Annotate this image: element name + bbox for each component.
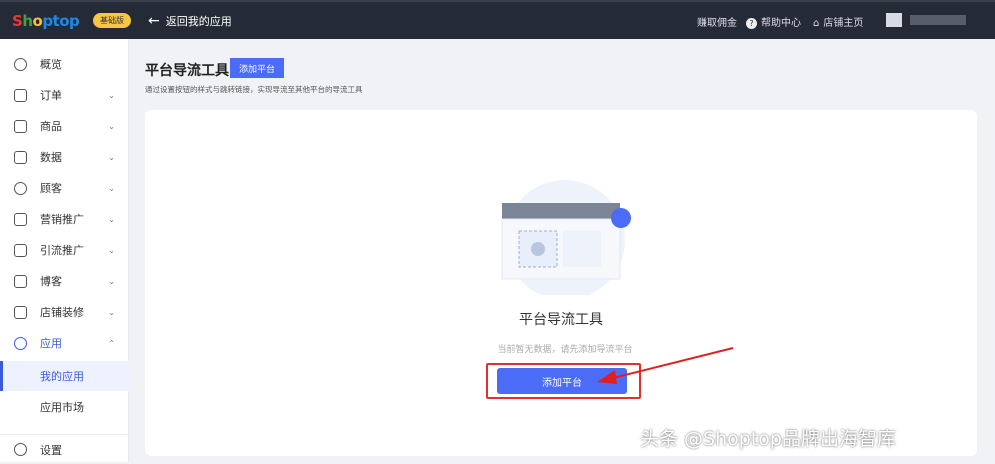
sidebar-item-settings[interactable]: 设置 — [0, 434, 129, 464]
sidebar-item-overview[interactable]: 概览 — [0, 49, 129, 79]
marketing-icon — [14, 212, 27, 226]
back-link[interactable]: ← 返回我的应用 — [148, 13, 232, 29]
add-platform-button[interactable]: 添加平台 — [230, 58, 284, 78]
help-center-link[interactable]: ? 帮助中心 — [746, 14, 801, 29]
arrow-left-icon: ← — [148, 13, 160, 29]
gear-icon — [14, 443, 27, 456]
home-icon: ⌂ — [813, 18, 820, 29]
sidebar-item-traffic[interactable]: 引流推广 ⌄ — [0, 235, 129, 265]
page-title: 平台导流工具 — [145, 63, 229, 79]
label: 店铺装修 — [40, 306, 84, 319]
design-icon — [14, 305, 27, 319]
sidebar-item-marketing[interactable]: 营销推广 ⌄ — [0, 204, 129, 234]
user-icon — [14, 181, 27, 195]
sidebar-item-products[interactable]: 商品 ⌄ — [0, 111, 129, 141]
user-name-blurred[interactable] — [910, 15, 966, 25]
product-icon — [14, 119, 27, 133]
sidebar-item-store-design[interactable]: 店铺装修 ⌄ — [0, 297, 129, 327]
watermark: 头条 @Shoptop品牌出海智库 — [640, 428, 896, 450]
apps-icon — [14, 336, 27, 350]
chevron-up-icon: ⌃ — [108, 338, 115, 348]
top-bar: Shoptop 基础版 ← 返回我的应用 赚取佣金 ? 帮助中心 ⌂ 店铺主页 — [0, 0, 995, 39]
label: 营销推广 — [40, 213, 84, 226]
chevron-down-icon: ⌄ — [108, 214, 115, 224]
label: 引流推广 — [40, 244, 84, 257]
sidebar-item-app-market[interactable]: 应用市场 — [0, 392, 129, 422]
sidebar-item-orders[interactable]: 订单 ⌄ — [0, 80, 129, 110]
help-label: 帮助中心 — [761, 18, 801, 29]
label: 应用 — [40, 337, 62, 350]
store-home-link[interactable]: ⌂ 店铺主页 — [813, 14, 863, 29]
label: 博客 — [40, 275, 62, 288]
empty-title: 平台导流工具 — [519, 312, 603, 328]
order-icon — [14, 88, 27, 102]
logo[interactable]: Shoptop — [12, 12, 80, 30]
traffic-icon — [14, 243, 27, 257]
chevron-down-icon: ⌄ — [108, 245, 115, 255]
user-avatar[interactable] — [886, 13, 902, 27]
chevron-down-icon: ⌄ — [108, 183, 115, 193]
chevron-down-icon: ⌄ — [108, 121, 115, 131]
empty-state-card: 平台导流工具 当前暂无数据，请先添加导流平台 添加平台 — [145, 110, 977, 456]
label: 商品 — [40, 120, 62, 133]
empty-message: 当前暂无数据，请先添加导流平台 — [497, 345, 633, 355]
store-label: 店铺主页 — [823, 18, 864, 29]
compass-icon — [14, 57, 27, 71]
chart-icon — [14, 150, 27, 164]
back-label: 返回我的应用 — [165, 15, 232, 28]
label: 订单 — [40, 89, 62, 102]
earn-commission-link[interactable]: 赚取佣金 — [697, 14, 737, 29]
help-icon: ? — [746, 18, 757, 29]
sidebar-item-customers[interactable]: 顾客 ⌄ — [0, 173, 129, 203]
sidebar-item-data[interactable]: 数据 ⌄ — [0, 142, 129, 172]
chevron-down-icon: ⌄ — [108, 276, 115, 286]
chevron-down-icon: ⌄ — [108, 307, 115, 317]
sidebar: 概览 订单 ⌄ 商品 ⌄ 数据 ⌄ 顾客 ⌄ 营销推广 ⌄ 引流推广 ⌄ 博客 ⌄ 店铺装修 ⌄… — [0, 39, 129, 462]
sidebar-item-my-apps[interactable]: 我的应用 — [0, 361, 129, 391]
chevron-down-icon: ⌄ — [108, 152, 115, 162]
empty-illustration — [501, 180, 631, 295]
plan-badge: 基础版 — [93, 13, 131, 28]
label: 概览 — [40, 58, 62, 71]
sidebar-item-blog[interactable]: 博客 ⌄ — [0, 266, 129, 296]
sidebar-item-apps[interactable]: 应用 ⌃ — [0, 328, 129, 358]
arrow-annotation-icon — [597, 347, 734, 384]
blog-icon — [14, 274, 27, 288]
label: 设置 — [40, 443, 62, 457]
page-description: 通过设置按钮的样式与跳转链接，实现导流至其他平台的导流工具 — [145, 85, 363, 94]
label: 数据 — [40, 151, 62, 164]
chevron-down-icon: ⌄ — [108, 90, 115, 100]
label: 顾客 — [40, 182, 62, 195]
